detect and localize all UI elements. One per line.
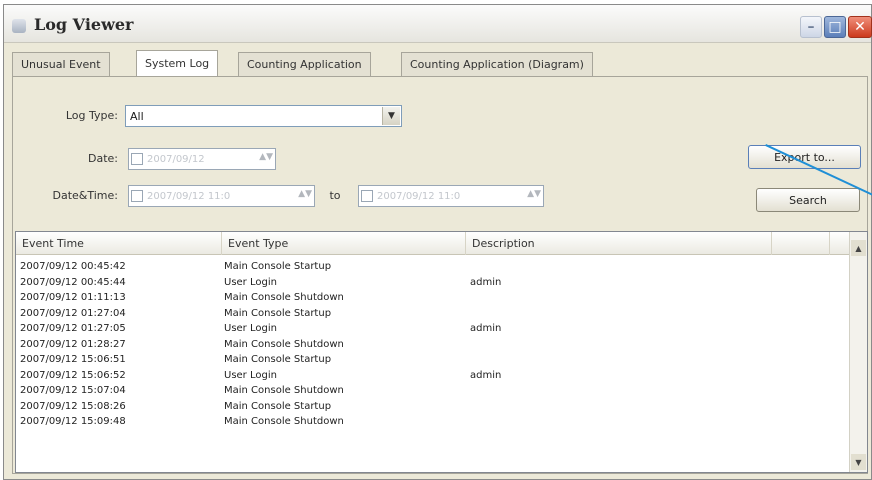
tab-counting-application[interactable]: Counting Application	[238, 52, 371, 76]
scroll-up-icon[interactable]: ▲	[851, 240, 866, 256]
table-row[interactable]: 2007/09/12 01:27:04 Main Console Startup	[16, 306, 848, 322]
window-title: Log Viewer	[34, 15, 134, 34]
datetime-label: Date&Time:	[52, 189, 119, 202]
list-rows: 2007/09/12 00:45:42 Main Console Startup …	[16, 259, 848, 430]
event-time-cell: 2007/09/12 15:07:04	[20, 385, 126, 396]
column-header-description[interactable]: Description	[466, 232, 772, 255]
column-header-empty	[772, 232, 830, 255]
description-cell: admin	[470, 276, 502, 288]
event-time-cell: 2007/09/12 00:45:42	[20, 261, 126, 272]
datetime-to-picker[interactable]: 2007/09/12 11:0 ▲▼	[358, 185, 544, 207]
to-label: to	[329, 189, 341, 202]
vertical-scrollbar[interactable]: ▲ ▼	[849, 232, 867, 472]
event-time-cell: 2007/09/12 15:09:48	[20, 416, 126, 427]
table-row[interactable]: 2007/09/12 00:45:42 Main Console Startup	[16, 259, 848, 275]
event-time-cell: 2007/09/12 01:11:13	[20, 292, 126, 303]
event-time-cell: 2007/09/12 01:27:05	[20, 323, 126, 334]
title-bar[interactable]: Log Viewer – □ ✕	[4, 5, 872, 43]
table-row[interactable]: 2007/09/12 01:28:27 Main Console Shutdown	[16, 337, 848, 353]
log-viewer-window: Log Viewer – □ ✕ Unusual Event System Lo…	[3, 4, 872, 480]
table-row[interactable]: 2007/09/12 15:06:52 User Login admin	[16, 368, 848, 384]
log-type-label: Log Type:	[65, 109, 118, 122]
event-type-cell: Main Console Startup	[224, 400, 332, 412]
event-type-cell: Main Console Shutdown	[224, 416, 344, 427]
date-picker[interactable]: 2007/09/12 ▲▼	[128, 148, 276, 170]
spinner-icon[interactable]: ▲▼	[527, 189, 541, 199]
scroll-down-icon[interactable]: ▼	[851, 454, 866, 470]
tab-counting-application-diagram[interactable]: Counting Application (Diagram)	[401, 52, 593, 76]
event-time-cell: 2007/09/12 15:08:26	[20, 400, 126, 412]
event-list[interactable]: Event Time Event Type Description 2007/0…	[15, 231, 868, 473]
column-header-event-type[interactable]: Event Type	[222, 232, 466, 255]
datetime-from-picker[interactable]: 2007/09/12 11:0 ▲▼	[128, 185, 315, 207]
spinner-icon[interactable]: ▲▼	[298, 189, 312, 199]
event-time-cell: 2007/09/12 15:06:52	[20, 369, 126, 381]
datetime-to-checkbox[interactable]	[361, 190, 373, 202]
description-cell: admin	[470, 369, 502, 381]
date-label: Date:	[88, 152, 118, 165]
table-row[interactable]: 2007/09/12 00:45:44 User Login admin	[16, 275, 848, 291]
event-type-cell: Main Console Shutdown	[224, 292, 344, 303]
log-type-select[interactable]: All ▼	[125, 105, 402, 127]
spinner-icon[interactable]: ▲▼	[259, 152, 273, 162]
event-time-cell: 2007/09/12 01:27:04	[20, 307, 126, 319]
table-row[interactable]: 2007/09/12 15:06:51 Main Console Startup	[16, 352, 848, 368]
dropdown-arrow-icon[interactable]: ▼	[382, 107, 400, 125]
event-type-cell: Main Console Startup	[224, 261, 332, 272]
event-type-cell: Main Console Shutdown	[224, 385, 344, 396]
event-type-cell: Main Console Shutdown	[224, 338, 344, 350]
event-time-cell: 2007/09/12 01:28:27	[20, 338, 126, 350]
table-row[interactable]: 2007/09/12 15:08:26 Main Console Startup	[16, 399, 848, 415]
log-type-value: All	[130, 109, 144, 123]
minimize-button[interactable]: –	[800, 16, 822, 38]
event-type-cell: User Login	[224, 323, 277, 334]
close-button[interactable]: ✕	[848, 16, 872, 38]
table-row[interactable]: 2007/09/12 01:11:13 Main Console Shutdown	[16, 290, 848, 306]
table-row[interactable]: 2007/09/12 15:07:04 Main Console Shutdown	[16, 383, 848, 399]
maximize-button[interactable]: □	[824, 16, 846, 38]
search-button[interactable]: Search	[756, 188, 860, 212]
date-value: 2007/09/12	[147, 153, 205, 165]
event-type-cell: User Login	[224, 369, 277, 381]
table-row[interactable]: 2007/09/12 15:09:48 Main Console Shutdown	[16, 414, 848, 430]
list-header: Event Time Event Type Description	[16, 232, 867, 255]
event-type-cell: Main Console Startup	[224, 307, 332, 319]
event-time-cell: 2007/09/12 00:45:44	[20, 276, 126, 288]
date-checkbox[interactable]	[131, 153, 143, 165]
export-button[interactable]: Export to...	[748, 145, 861, 169]
column-header-event-time[interactable]: Event Time	[16, 232, 222, 255]
table-row[interactable]: 2007/09/12 01:27:05 User Login admin	[16, 321, 848, 337]
description-cell: admin	[470, 323, 502, 334]
event-type-cell: Main Console Startup	[224, 354, 332, 365]
event-type-cell: User Login	[224, 276, 277, 288]
event-time-cell: 2007/09/12 15:06:51	[20, 354, 126, 365]
tab-unusual-event[interactable]: Unusual Event	[12, 52, 110, 76]
tab-system-log[interactable]: System Log	[136, 50, 219, 76]
app-icon	[12, 19, 26, 33]
datetime-from-checkbox[interactable]	[131, 190, 143, 202]
datetime-from-value: 2007/09/12 11:0	[147, 190, 231, 202]
datetime-to-value: 2007/09/12 11:0	[377, 190, 461, 202]
